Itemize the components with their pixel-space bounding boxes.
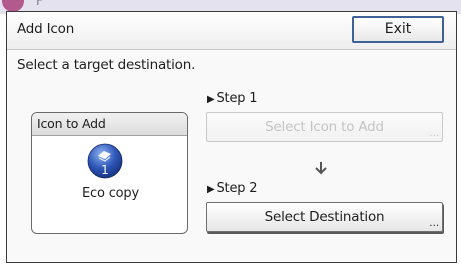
arrow-down-icon: [315, 162, 327, 175]
ellipsis-icon: …: [429, 128, 439, 139]
add-icon-dialog: Add Icon Exit Select a target destinatio…: [6, 11, 457, 263]
eco-copy-label: Eco copy: [82, 186, 139, 201]
step-2-text: Step 2: [216, 181, 258, 196]
icon-to-add-header: Icon to Add: [32, 113, 187, 136]
select-icon-to-add-button[interactable]: Select Icon to Add …: [206, 112, 443, 142]
dialog-titlebar: Add Icon Exit: [7, 12, 456, 50]
instruction-text: Select a target destination.: [17, 57, 196, 73]
background-app-text: F: [36, 0, 43, 8]
ellipsis-icon: …: [429, 218, 439, 229]
icon-to-add-panel: Icon to Add 1 Eco copy: [31, 112, 188, 234]
triangle-right-icon: ▶: [207, 94, 215, 105]
dialog-title: Add Icon: [17, 21, 75, 37]
step-2-label: ▶ Step 2: [207, 181, 258, 196]
eco-copy-icon-number: 1: [101, 163, 109, 177]
step-1-text: Step 1: [216, 91, 258, 106]
select-destination-label: Select Destination: [264, 209, 385, 225]
step-1-label: ▶ Step 1: [207, 91, 258, 106]
select-destination-button[interactable]: Select Destination …: [206, 202, 443, 232]
exit-button[interactable]: Exit: [352, 16, 444, 43]
eco-copy-icon: 1: [87, 143, 123, 179]
triangle-right-icon: ▶: [207, 184, 215, 195]
select-icon-to-add-label: Select Icon to Add: [265, 119, 384, 135]
